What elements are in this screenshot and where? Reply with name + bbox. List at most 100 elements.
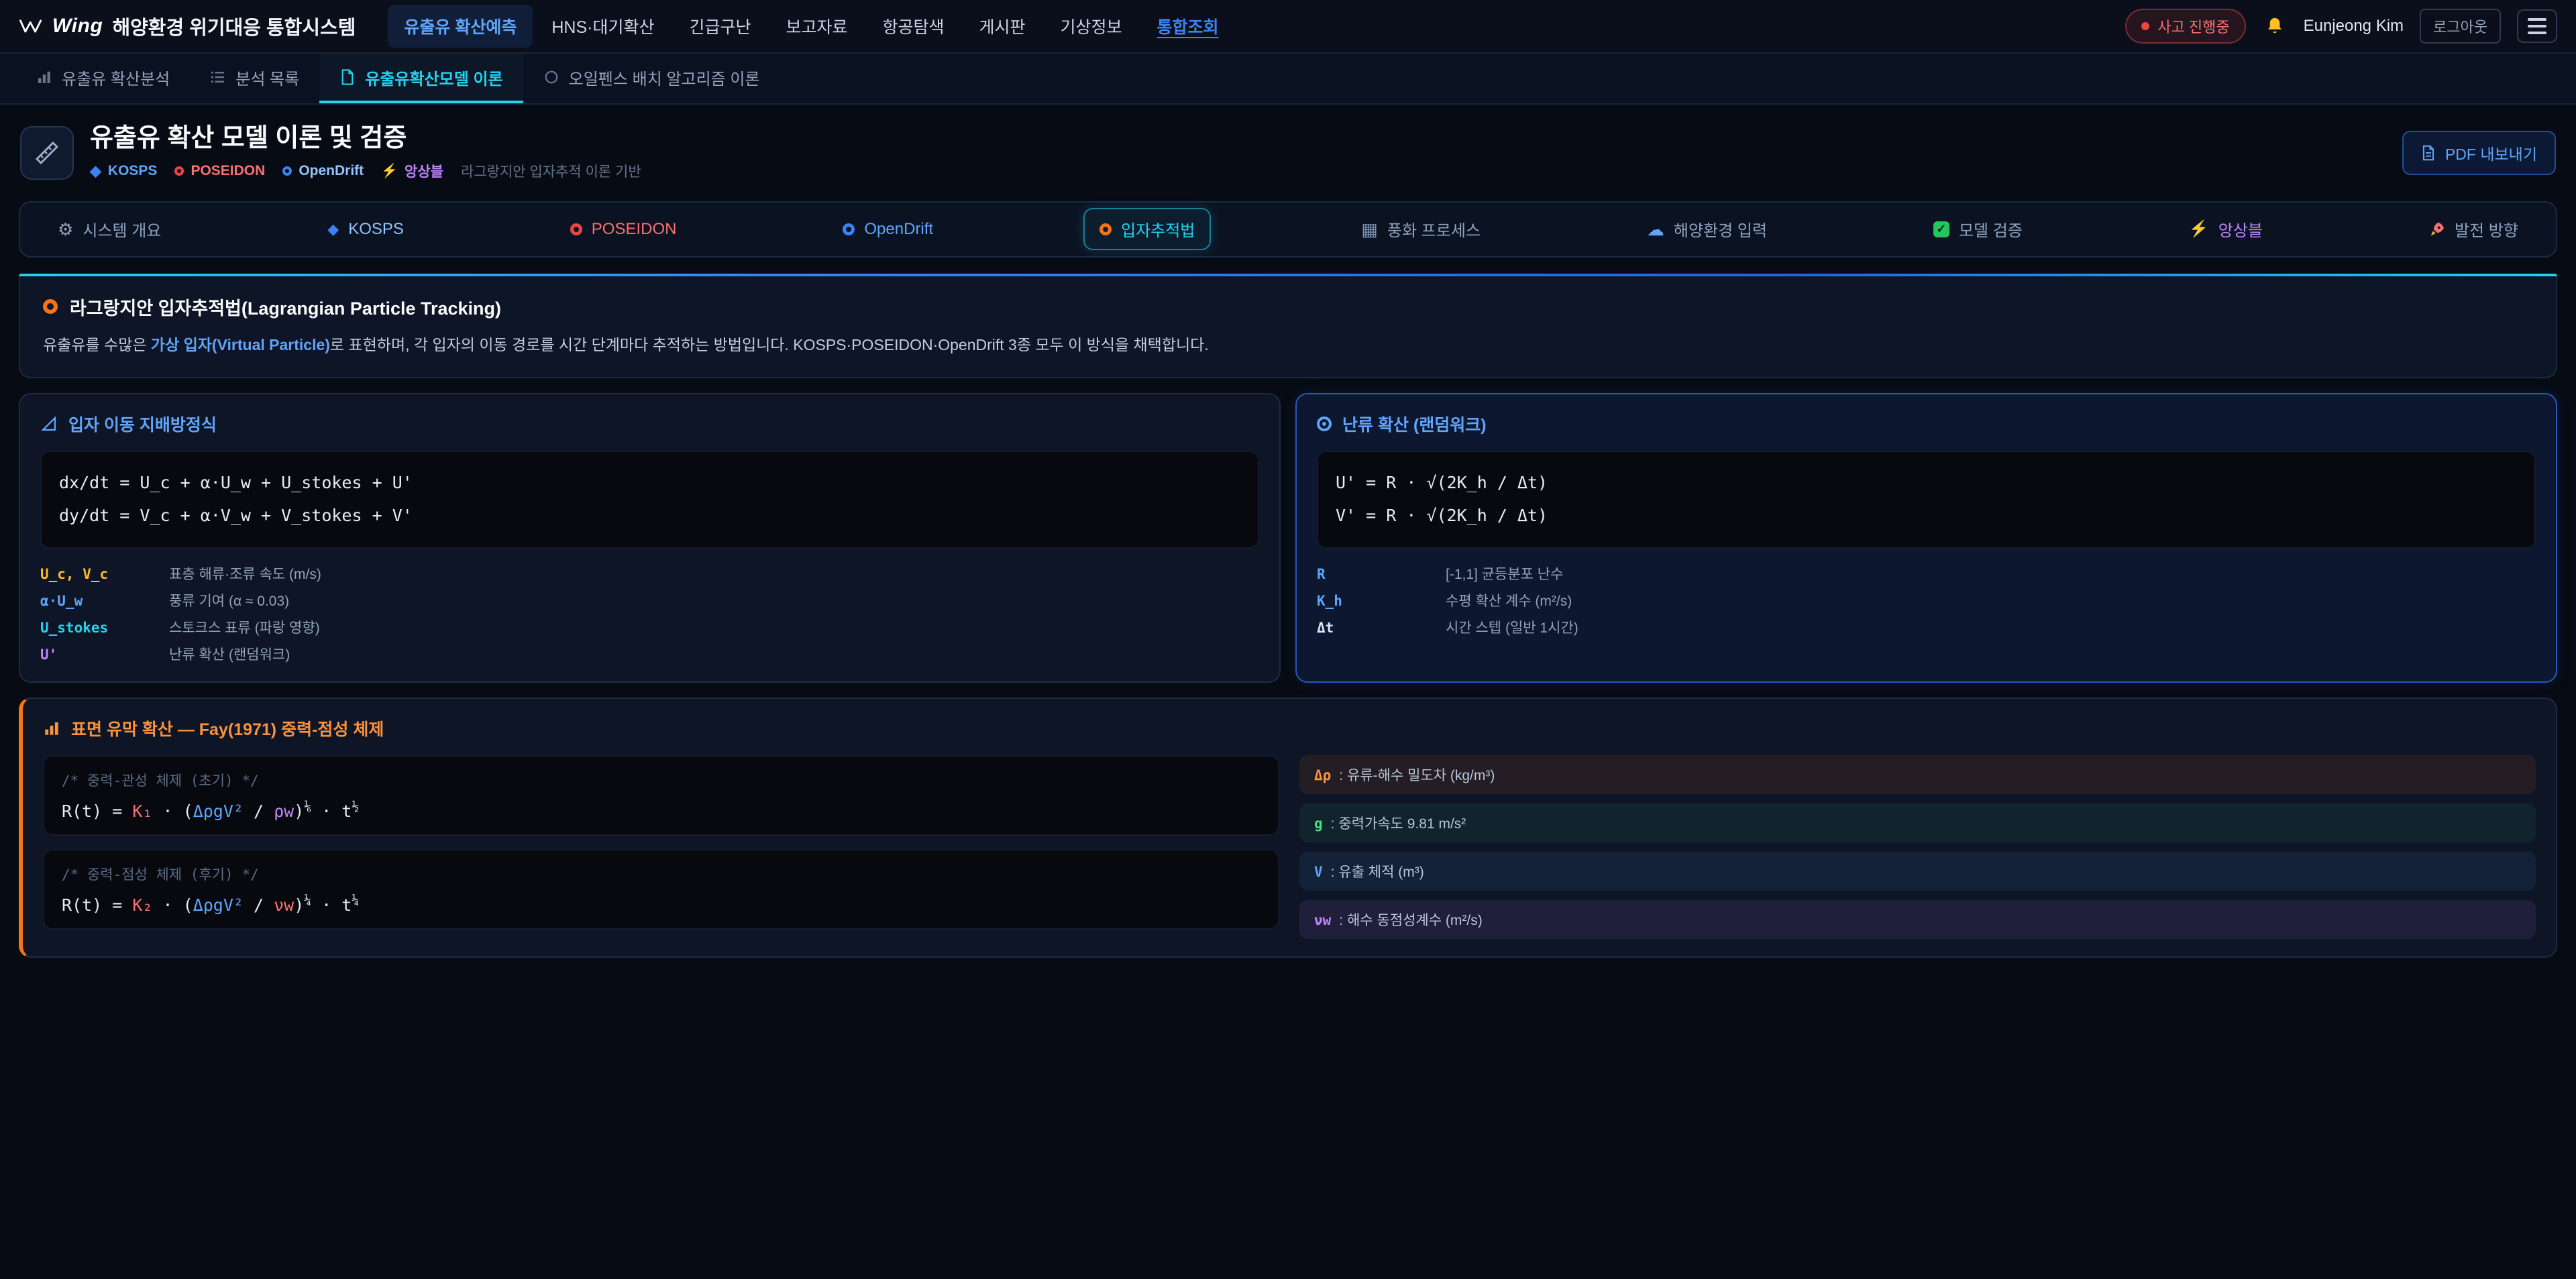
badge-ensemble: ⚡ 앙상블: [381, 161, 443, 181]
section-nav-item-particle-tracking[interactable]: 입자추적법: [1083, 208, 1211, 250]
user-name[interactable]: Eunjeong Kim: [2304, 17, 2404, 36]
kosps-diamond-icon: ◆: [90, 164, 101, 178]
nav-item-reports[interactable]: 보고자료: [769, 5, 863, 48]
check-icon: ✓: [1933, 221, 1949, 237]
def-key: νw: [1314, 912, 1331, 928]
opendrift-circle-icon: [282, 166, 292, 176]
tab-label: 오일펜스 배치 알고리즘 이론: [569, 66, 760, 89]
legend-desc: 시간 스텝 (일반 1시간): [1446, 617, 1578, 637]
incident-status-badge[interactable]: 사고 진행중: [2125, 9, 2245, 44]
legend-row: α·U_w 풍류 기여 (α ≈ 0.03): [40, 590, 1259, 610]
code-comment: /* 중력-관성 체제 (초기) */: [62, 770, 1260, 790]
random-walk-card: 난류 확산 (랜덤워크) U' = R · √(2K_h / Δt) V' = …: [1295, 393, 2557, 683]
code-comment: /* 중력-점성 체제 (후기) */: [62, 864, 1260, 884]
fay-code-block-inertial: /* 중력-관성 체제 (초기) */ R(t) = K₁ · (ΔρgV² /…: [43, 755, 1279, 836]
pdf-export-button[interactable]: PDF 내보내기: [2402, 131, 2556, 175]
page-header-text: 유출유 확산 모델 이론 및 검증 ◆ KOSPS POSEIDON OpenD…: [90, 125, 641, 181]
bell-icon: [2265, 16, 2285, 36]
def-key: V: [1314, 864, 1323, 880]
legend-key: K_h: [1317, 593, 1446, 609]
section-nav-item-weathering-process[interactable]: ▦ 풍화 프로세스: [1345, 208, 1497, 250]
virtual-particle-highlight: 가상 입자(Virtual Particle): [151, 336, 330, 353]
fay-code-column: /* 중력-관성 체제 (초기) */ R(t) = K₁ · (ΔρgV² /…: [43, 755, 1279, 930]
section-nav-item-system-overview[interactable]: ⚙ 시스템 개요: [42, 208, 177, 250]
ruler-icon: [34, 140, 60, 166]
app-title: 해양환경 위기대응 통합시스템: [112, 12, 356, 40]
badge-poseidon: POSEIDON: [174, 163, 265, 179]
legend-key: U': [40, 647, 169, 663]
nav-item-emergency-rescue[interactable]: 긴급구난: [673, 5, 767, 48]
pdf-icon: [2421, 144, 2436, 162]
code-line: U' = R · √(2K_h / Δt): [1336, 467, 2517, 500]
legend-desc: [-1,1] 균등분포 난수: [1446, 563, 1563, 583]
lightning-icon: ⚡: [381, 164, 398, 178]
legend-row: Δt 시간 스텝 (일반 1시간): [1317, 617, 2536, 637]
logout-button[interactable]: 로그아웃: [2420, 9, 2501, 44]
governing-code-block: dx/dt = U_c + α·U_w + U_stokes + U' dy/d…: [40, 451, 1259, 549]
section-nav-item-kosps[interactable]: ◆ KOSPS: [311, 211, 420, 248]
governing-equation-card: 입자 이동 지배방정식 dx/dt = U_c + α·U_w + U_stok…: [19, 393, 1281, 683]
tab-label: 분석 목록: [235, 66, 299, 89]
section-nav: ⚙ 시스템 개요 ◆ KOSPS POSEIDON OpenDrift 입자추적…: [19, 201, 2557, 258]
tab-bar: 유출유 확산분석 분석 목록 유출유확산모델 이론 오일펜스 배치 알고리즘 이…: [0, 54, 2576, 105]
nav-item-hns-dispersion[interactable]: HNS·대기확산: [535, 5, 670, 48]
nav-item-oil-spill-prediction[interactable]: 유출유 확산예측: [388, 5, 533, 48]
diamond-icon: ◆: [327, 222, 339, 237]
section-nav-item-poseidon[interactable]: POSEIDON: [554, 211, 693, 248]
fay-formula-viscous: R(t) = K₂ · (ΔρgV² / νw)¼ · t¼: [62, 893, 1260, 915]
tab-oil-fence-theory[interactable]: 오일펜스 배치 알고리즘 이론: [523, 54, 780, 103]
nav-item-integrated-search[interactable]: 통합조회: [1141, 5, 1235, 48]
section-nav-item-model-validation[interactable]: ✓ 모델 검증: [1917, 208, 2039, 250]
legend-desc: 난류 확산 (랜덤워크): [169, 644, 290, 664]
legend-row: U_stokes 스토크스 표류 (파랑 영향): [40, 617, 1259, 637]
def-key: Δρ: [1314, 767, 1331, 783]
section-nav-item-marine-env-input[interactable]: ☁ 해양환경 입력: [1631, 208, 1783, 250]
fay-title-row: 표면 유막 확산 — Fay(1971) 중력-점성 체제: [43, 716, 2536, 740]
legend-desc: 스토크스 표류 (파랑 영향): [169, 617, 320, 637]
legend-row: U' 난류 확산 (랜덤워크): [40, 644, 1259, 664]
opendrift-ring-icon: [843, 223, 855, 235]
particle-ring-icon: [1099, 223, 1112, 235]
page-title: 유출유 확산 모델 이론 및 검증: [90, 125, 641, 153]
def-desc: : 유출 체적 (m³): [1331, 861, 1424, 881]
cloud-icon: ☁: [1647, 221, 1664, 238]
randomwalk-code-block: U' = R · √(2K_h / Δt) V' = R · √(2K_h / …: [1317, 451, 2536, 549]
randomwalk-legend: R [-1,1] 균등분포 난수 K_h 수평 확산 계수 (m²/s) Δt …: [1317, 563, 2536, 637]
logo-wave-icon: [19, 17, 43, 35]
governing-title: 입자 이동 지배방정식: [68, 412, 217, 436]
randomwalk-title: 난류 확산 (랜덤워크): [1342, 412, 1487, 436]
page-icon: [20, 126, 74, 180]
lightning-icon: ⚡: [2189, 221, 2209, 237]
document-icon: [339, 68, 356, 86]
hamburger-icon: [2528, 18, 2546, 34]
randomwalk-title-row: 난류 확산 (랜덤워크): [1317, 412, 2536, 436]
governing-legend: U_c, V_c 표층 해류·조류 속도 (m/s) α·U_w 풍류 기여 (…: [40, 563, 1259, 664]
def-desc: : 유류-해수 밀도차 (kg/m³): [1339, 765, 1495, 785]
tab-spill-analysis[interactable]: 유출유 확산분석: [16, 54, 190, 103]
tab-label: 유출유 확산분석: [62, 66, 170, 89]
brand[interactable]: Wing 해양환경 위기대응 통합시스템: [19, 12, 356, 40]
nav-item-board[interactable]: 게시판: [963, 5, 1042, 48]
nav-item-aerial-search[interactable]: 항공탐색: [867, 5, 961, 48]
def-key: g: [1314, 816, 1323, 832]
intro-body: 유출유를 수많은 가상 입자(Virtual Particle)로 표현하며, …: [43, 333, 2533, 357]
bar-chart-icon: [36, 69, 52, 85]
circle-icon: [543, 69, 559, 85]
fay-def-row: νw : 해수 동점성계수 (m²/s): [1299, 900, 2536, 939]
section-nav-item-opendrift[interactable]: OpenDrift: [826, 211, 949, 248]
legend-key: Δt: [1317, 620, 1446, 636]
triangle-ruler-icon: [40, 415, 58, 433]
tab-analysis-list[interactable]: 분석 목록: [190, 54, 319, 103]
menu-button[interactable]: [2517, 9, 2557, 43]
legend-key: U_c, V_c: [40, 566, 169, 582]
section-nav-item-future-direction[interactable]: 발전 방향: [2413, 208, 2534, 250]
def-desc: : 해수 동점성계수 (m²/s): [1339, 909, 1482, 930]
intro-title-row: 라그랑지안 입자추적법(Lagrangian Particle Tracking…: [43, 294, 2533, 320]
legend-row: R [-1,1] 균등분포 난수: [1317, 563, 2536, 583]
incident-status-label: 사고 진행중: [2157, 15, 2229, 37]
notifications-button[interactable]: [2262, 13, 2288, 39]
grid-icon: ▦: [1361, 221, 1378, 238]
nav-item-weather-info[interactable]: 기상정보: [1044, 5, 1138, 48]
tab-diffusion-model-theory[interactable]: 유출유확산모델 이론: [319, 54, 523, 103]
section-nav-item-ensemble[interactable]: ⚡ 앙상블: [2173, 208, 2279, 250]
